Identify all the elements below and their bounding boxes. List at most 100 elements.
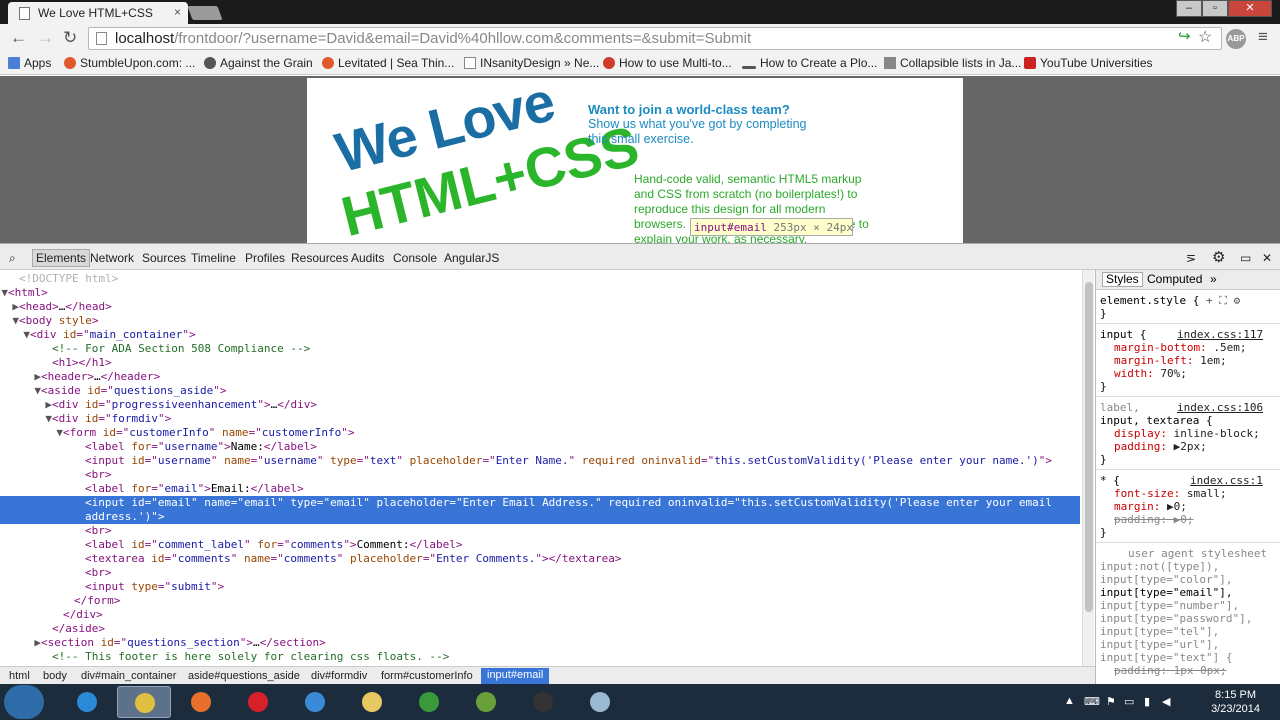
property-name[interactable]: margin-bottom: (1114, 341, 1213, 354)
expand-arrow-icon[interactable]: ▶ (0, 370, 41, 384)
search-icon[interactable]: ⌕ (9, 251, 16, 266)
firefox-taskbar-button[interactable] (174, 686, 228, 718)
expand-arrow-icon[interactable]: ▶ (0, 300, 19, 314)
start-button[interactable] (4, 685, 44, 719)
display-icon[interactable]: ▭ (1124, 695, 1134, 708)
adblock-icon[interactable]: ABP (1226, 29, 1246, 49)
minimize-button[interactable]: – (1176, 0, 1202, 17)
elements-scrollbar[interactable] (1082, 270, 1094, 666)
collapse-arrow-icon[interactable]: ▼ (0, 328, 30, 342)
dom-node[interactable]: ▼ <div id="main_container"> (0, 328, 1080, 342)
tab-resources[interactable]: Resources (291, 251, 348, 265)
clock[interactable]: 8:15 PM 3/23/2014 (1211, 688, 1260, 716)
dom-node[interactable]: <input id="username" name="username" typ… (0, 454, 1080, 468)
property-value[interactable]: ▶0; (1167, 500, 1187, 513)
dom-node[interactable]: ▼ <body style> (0, 314, 1080, 328)
back-icon[interactable]: ← (10, 28, 27, 48)
dom-node[interactable]: <!-- For ADA Section 508 Compliance --> (0, 342, 1080, 356)
bookmark-apps[interactable]: Apps (8, 56, 51, 70)
tab-elements[interactable]: Elements (32, 249, 91, 267)
expand-arrow-icon[interactable]: ▶ (0, 636, 41, 650)
network-icon[interactable]: ⌨ (1084, 695, 1100, 708)
tab-sources[interactable]: Sources (142, 251, 186, 265)
dom-node[interactable]: <label for="username">Name:</label> (0, 440, 1080, 454)
dom-node[interactable]: <br> (0, 524, 1080, 538)
dom-node[interactable]: </div> (0, 608, 1080, 622)
dom-node[interactable]: ▼ <form id="customerInfo" name="customer… (0, 426, 1080, 440)
property-name[interactable]: padding: (1114, 513, 1174, 526)
gear-icon[interactable]: ⚙ (1212, 248, 1225, 266)
reload-icon[interactable]: ↻ (63, 28, 77, 48)
bookmark-plot[interactable]: How to Create a Plo... (742, 56, 877, 70)
crumb-customerinfo[interactable]: form#customerInfo (381, 670, 473, 682)
chrome-taskbar-button[interactable] (117, 686, 171, 718)
ie-taskbar-button[interactable] (60, 686, 114, 718)
menu-icon[interactable]: ≡ (1258, 27, 1268, 47)
bookmark-collapsible[interactable]: Collapsible lists in Ja... (884, 56, 1021, 70)
property-name[interactable]: padding: (1114, 664, 1174, 677)
drawer-icon[interactable]: ⋝ (1186, 251, 1196, 265)
dom-node[interactable]: </aside> (0, 622, 1080, 636)
source-link[interactable]: index.css:1 (1190, 474, 1263, 487)
collapse-arrow-icon[interactable]: ▼ (0, 286, 8, 300)
bookmark-youtube[interactable]: YouTube Universities (1024, 56, 1153, 70)
dom-node[interactable]: <label id="comment_label" for="comments"… (0, 538, 1080, 552)
dom-node[interactable]: ▼ <div id="formdiv"> (0, 412, 1080, 426)
property-value[interactable]: 70%; (1160, 367, 1187, 380)
terminal-taskbar-button[interactable] (402, 686, 456, 718)
source-link[interactable]: index.css:106 (1177, 401, 1263, 414)
property-name[interactable]: margin: (1114, 500, 1167, 513)
tab-angularjs[interactable]: AngularJS (444, 251, 499, 265)
scroll-thumb[interactable] (1085, 282, 1093, 612)
dom-node[interactable]: ▶ <header>…</header> (0, 370, 1080, 384)
dom-node[interactable]: <textarea id="comments" name="comments" … (0, 552, 1080, 566)
crumb-input-email[interactable]: input#email (481, 668, 550, 684)
dock-icon[interactable]: ▭ (1240, 251, 1251, 265)
property-value[interactable]: ▶2px; (1174, 440, 1207, 453)
tab-network[interactable]: Network (90, 251, 134, 265)
close-devtools-icon[interactable]: ✕ (1262, 251, 1272, 265)
dom-node[interactable]: <br> (0, 566, 1080, 580)
crumb-main-container[interactable]: div#main_container (81, 670, 176, 682)
dom-node[interactable]: <br> (0, 468, 1080, 482)
tab-audits[interactable]: Audits (351, 251, 384, 265)
explorer-taskbar-button[interactable] (345, 686, 399, 718)
tab-styles[interactable]: Styles (1102, 272, 1143, 287)
dom-node-selected[interactable]: address.')"> (0, 510, 1080, 524)
star-icon[interactable]: ☆ (1198, 27, 1212, 47)
maximize-button[interactable]: ▫ (1202, 0, 1228, 17)
expand-arrow-icon[interactable]: ▶ (0, 398, 52, 412)
tab-timeline[interactable]: Timeline (191, 251, 236, 265)
opera-taskbar-button[interactable] (231, 686, 285, 718)
generic-taskbar-button[interactable] (573, 686, 627, 718)
notepad-taskbar-button[interactable] (459, 686, 513, 718)
property-value[interactable]: ▶0; (1174, 513, 1194, 526)
source-link[interactable]: index.css:117 (1177, 328, 1263, 341)
close-tab-icon[interactable]: × (174, 5, 181, 19)
dom-node[interactable]: <input type="submit"> (0, 580, 1080, 594)
close-window-button[interactable]: ✕ (1228, 0, 1272, 17)
property-value[interactable]: 1em; (1200, 354, 1227, 367)
property-name[interactable]: padding: (1114, 440, 1174, 453)
collapse-arrow-icon[interactable]: ▼ (0, 426, 63, 440)
property-name[interactable]: font-size: (1114, 487, 1187, 500)
elements-tree[interactable]: <!DOCTYPE html> ▼ <html> ▶ <head>…</head> ▼… (0, 270, 1082, 666)
add-rule-icon[interactable]: + ⛶ ⚙ (1206, 294, 1240, 307)
property-name[interactable]: display: (1114, 427, 1174, 440)
dom-node[interactable]: ▼ <html> (0, 286, 1080, 300)
dom-node[interactable]: <label for="email">Email:</label> (0, 482, 1080, 496)
bookmark-stumbleupon[interactable]: StumbleUpon.com: ... (64, 56, 195, 70)
collapse-arrow-icon[interactable]: ▼ (0, 314, 19, 328)
signal-icon[interactable]: ▮ (1144, 695, 1150, 708)
crumb-questions-aside[interactable]: aside#questions_aside (188, 670, 300, 682)
dom-node[interactable]: </form> (0, 594, 1080, 608)
dom-node[interactable]: ▶ <head>…</head> (0, 300, 1080, 314)
collapse-arrow-icon[interactable]: ▼ (0, 412, 52, 426)
cmd-taskbar-button[interactable] (516, 686, 570, 718)
dom-node[interactable]: <!-- This footer is here solely for clea… (0, 650, 1080, 664)
bookmark-multi[interactable]: How to use Multi-to... (603, 56, 732, 70)
reload-green-icon[interactable]: ↪ (1178, 27, 1191, 45)
more-tabs-icon[interactable]: » (1210, 273, 1217, 286)
browser-tab[interactable]: We Love HTML+CSS × (8, 2, 188, 24)
crumb-formdiv[interactable]: div#formdiv (311, 670, 367, 682)
